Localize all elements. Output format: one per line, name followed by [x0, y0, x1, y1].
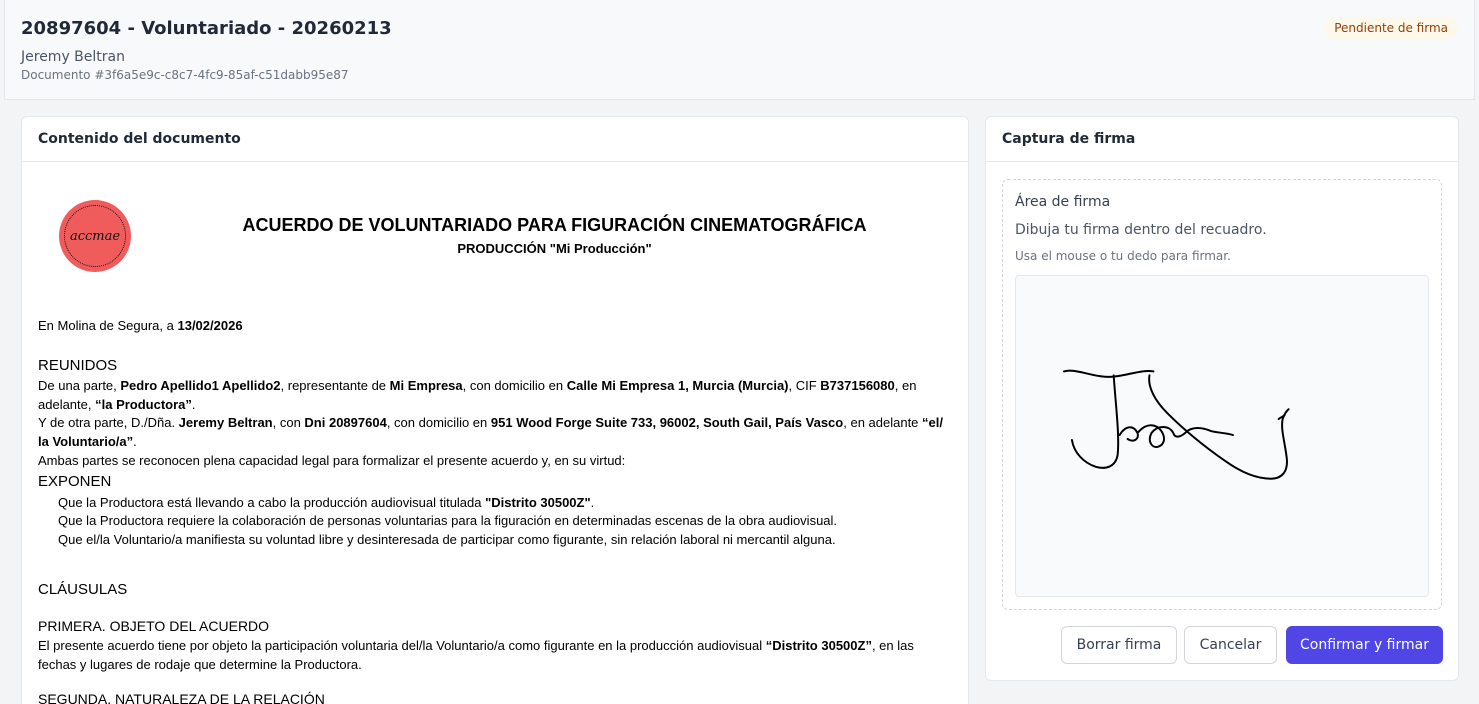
document-content-card: Contenido del documento accmae ACUERDO D…: [21, 116, 969, 704]
party-one-line-1: De una parte, Pedro Apellido1 Apellido2,…: [38, 378, 917, 393]
logo-text: accmae: [64, 205, 126, 267]
section-reunidos: REUNIDOS: [38, 357, 118, 374]
signature-capture-heading: Captura de firma: [986, 117, 1458, 162]
document-owner: Jeremy Beltran: [21, 49, 125, 65]
cancel-button[interactable]: Cancelar: [1184, 626, 1277, 664]
page-title: 20897604 - Voluntariado - 20260213: [21, 18, 392, 39]
clear-signature-button[interactable]: Borrar firma: [1061, 626, 1177, 664]
section-exponen: EXPONEN: [38, 473, 112, 490]
exponen-item-3: Que el/la Voluntario/a manifiesta su vol…: [58, 532, 836, 547]
section-clausulas: CLÁUSULAS: [38, 581, 128, 598]
signature-drawing: [1062, 369, 1290, 480]
company-logo: accmae: [59, 200, 131, 272]
document-content-heading: Contenido del documento: [22, 117, 968, 162]
clause-one-line-1: El presente acuerdo tiene por objeto la …: [38, 638, 914, 653]
signature-area: Área de firma Dibuja tu firma dentro del…: [1002, 179, 1442, 610]
party-two-line-2: la Voluntario/a”.: [38, 434, 137, 449]
clause-two-title: SEGUNDA. NATURALEZA DE LA RELACIÓN: [38, 691, 325, 704]
document-id: Documento #3f6a5e9c-c8c7-4fc9-85af-c51da…: [21, 68, 349, 82]
party-one-line-2: adelante, “la Productora”.: [38, 397, 196, 412]
exponen-item-1: Que la Productora está llevando a cabo l…: [58, 495, 595, 510]
confirm-and-sign-button[interactable]: Confirmar y firmar: [1286, 626, 1443, 664]
exponen-item-2: Que la Productora requiere la colaboraci…: [58, 513, 838, 528]
signature-hint-text: Usa el mouse o tu dedo para firmar.: [1015, 249, 1231, 263]
signature-capture-card: Captura de firma Área de firma Dibuja tu…: [985, 116, 1459, 681]
contract-title: ACUERDO DE VOLUNTARIADO PARA FIGURACIÓN …: [242, 215, 867, 235]
status-badge: Pendiente de firma: [1324, 17, 1458, 39]
signature-canvas[interactable]: [1015, 275, 1429, 597]
document-body[interactable]: accmae ACUERDO DE VOLUNTARIADO PARA FIGU…: [22, 162, 968, 704]
clause-one-line-2: fechas y lugares de rodaje que determine…: [38, 657, 362, 672]
contract-subtitle: PRODUCCIÓN "Mi Producción": [457, 241, 652, 256]
clause-one-title: PRIMERA. OBJETO DEL ACUERDO: [38, 618, 270, 634]
page-header: 20897604 - Voluntariado - 20260213 Jerem…: [4, 0, 1475, 100]
party-two-line-1: Y de otra parte, D./Dña. Jeremy Beltran,…: [38, 415, 943, 430]
contract-date: 13/02/2026: [177, 318, 243, 333]
capacity-line: Ambas partes se reconocen plena capacida…: [38, 453, 626, 468]
signature-area-label: Área de firma: [1015, 194, 1111, 210]
signature-help-text: Dibuja tu firma dentro del recuadro.: [1015, 222, 1267, 238]
place-date-line: En Molina de Segura, a 13/02/2026: [38, 318, 243, 333]
